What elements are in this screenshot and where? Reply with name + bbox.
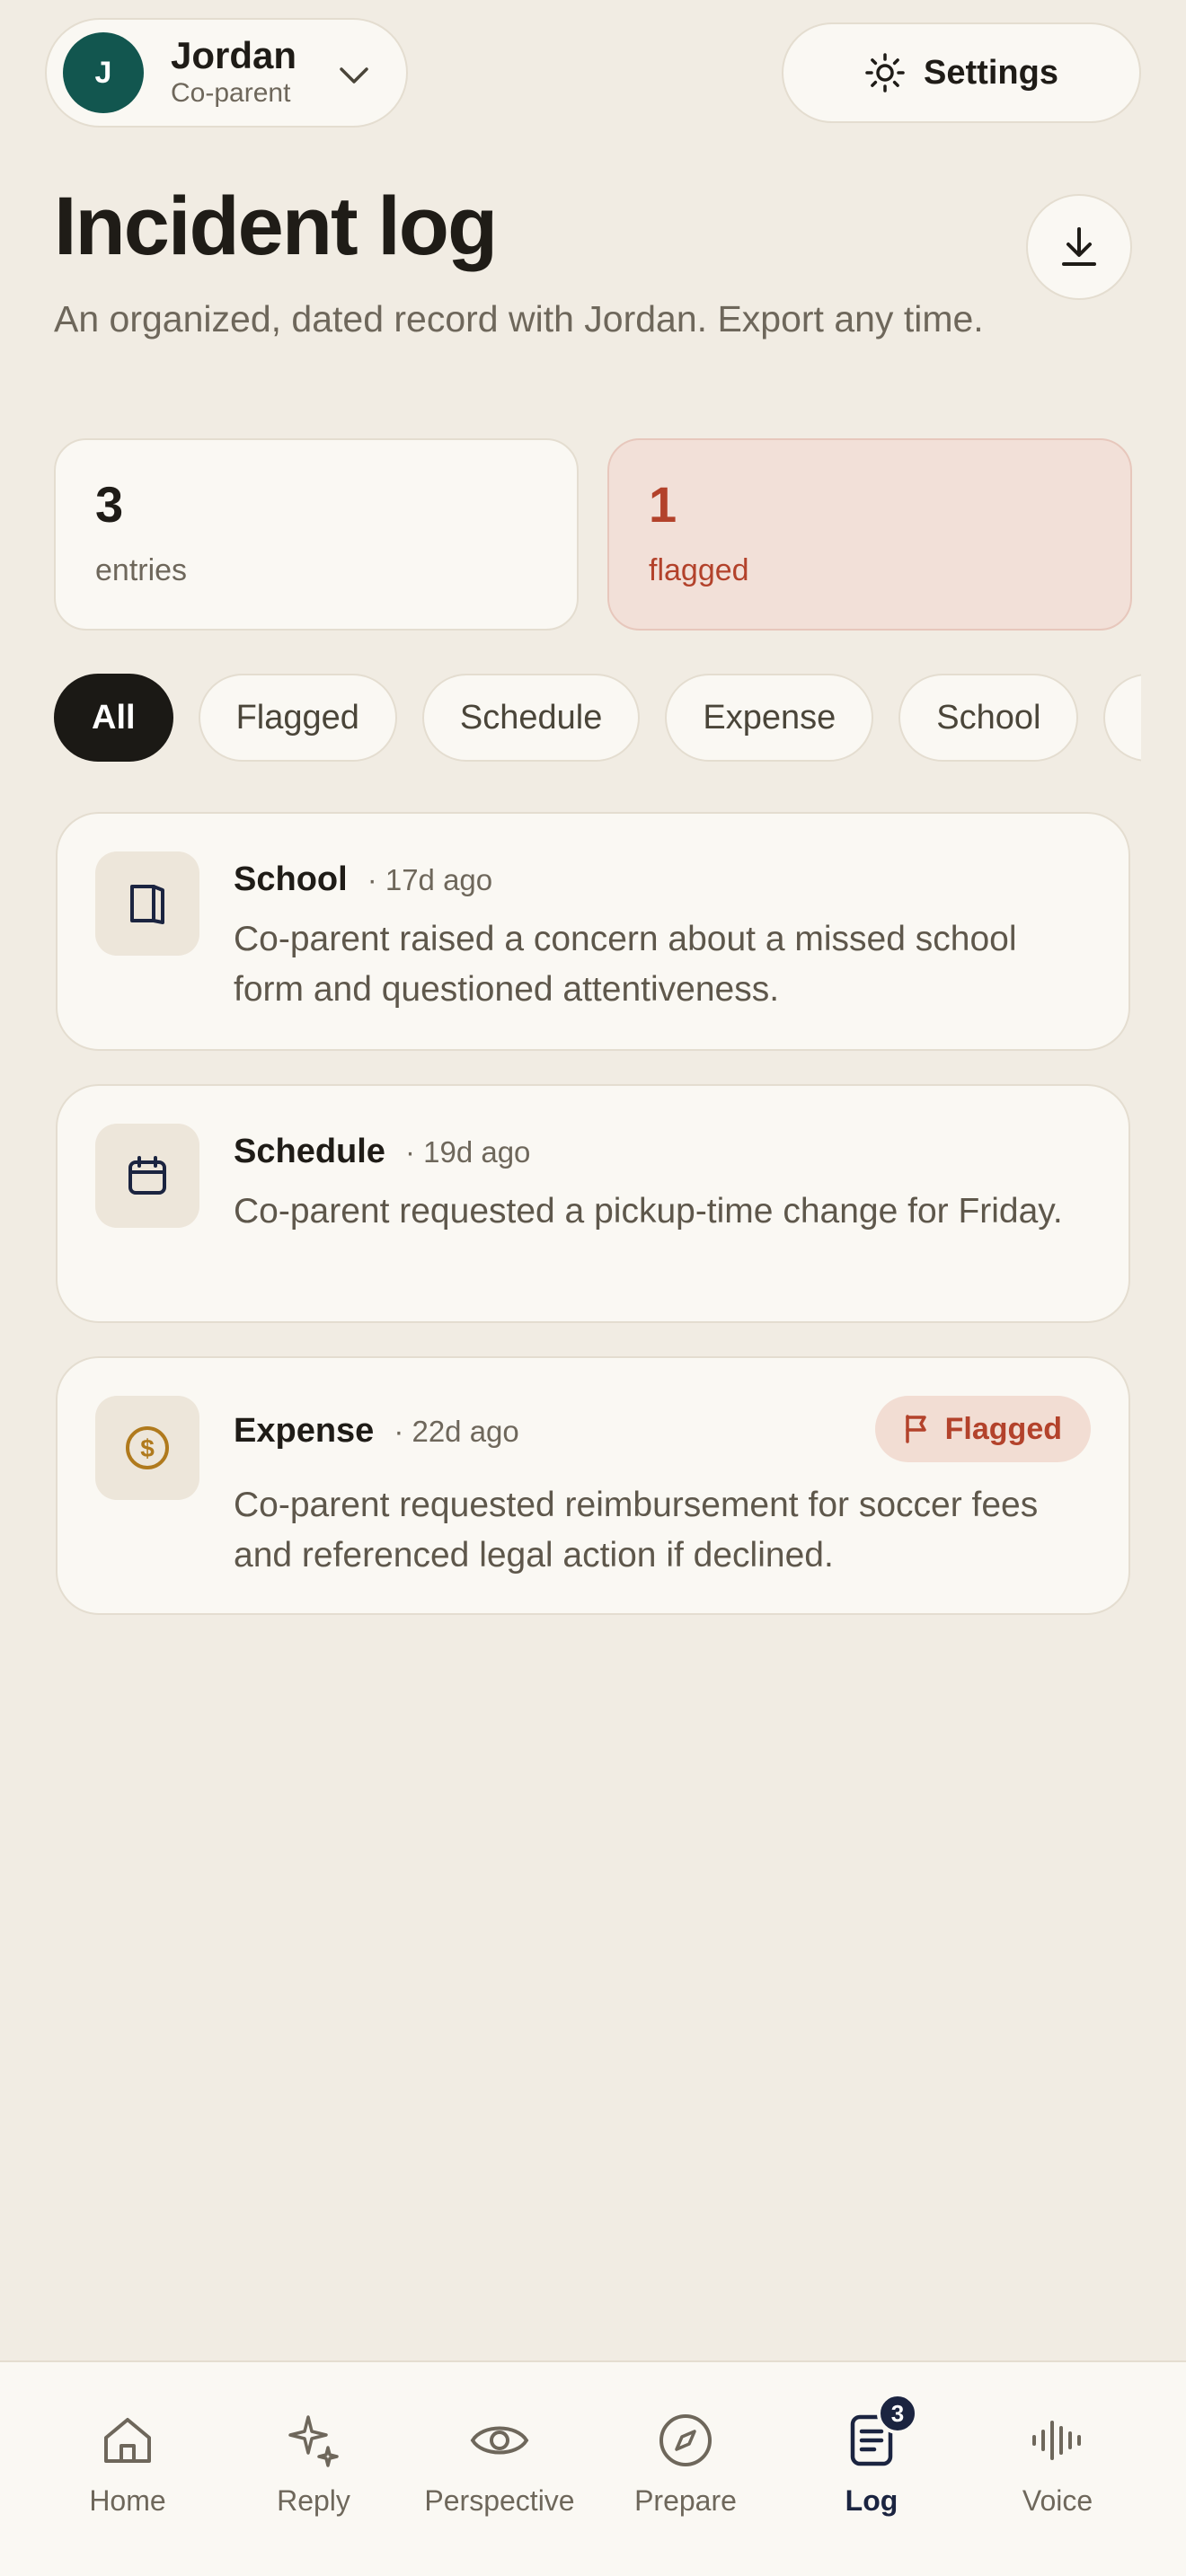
entry-header: School · 17d ago [234, 860, 492, 899]
profile-text: Jordan Co-parent [171, 34, 297, 110]
log-count-badge: 3 [877, 2393, 918, 2434]
flagged-badge-label: Flagged [944, 1411, 1062, 1446]
entry-description: Co-parent requested reimbursement for so… [234, 1486, 1039, 1575]
log-entry-schedule[interactable]: Schedule · 19d ago Co-parent requested a… [56, 1084, 1130, 1323]
entry-time: · 19d ago [404, 1135, 531, 1169]
bottom-nav: Home Reply Perspective Prepare 3 Log Voi… [0, 2360, 1186, 2576]
nav-item-reply[interactable]: Reply [224, 2362, 403, 2542]
entries-stat-card: 3 entries [54, 438, 579, 631]
entry-category: School [234, 860, 348, 898]
waveform-icon [1032, 2421, 1081, 2460]
filter-chip-expense[interactable]: Expense [665, 674, 874, 762]
nav-label: Voice [1022, 2484, 1093, 2517]
flagged-badge: Flagged [874, 1396, 1091, 1462]
profile-switcher[interactable]: J Jordan Co-parent [45, 18, 408, 128]
nav-label: Home [89, 2484, 166, 2517]
nav-item-voice[interactable]: Voice [968, 2362, 1147, 2542]
calendar-icon [128, 1156, 166, 1195]
sparkle-icon [288, 2415, 339, 2467]
nav-item-perspective[interactable]: Perspective [410, 2362, 589, 2542]
flagged-label: flagged [649, 553, 749, 587]
entry-header: Schedule · 19d ago [234, 1133, 530, 1171]
eye-icon [470, 2426, 529, 2455]
profile-name: Jordan [171, 34, 297, 77]
avatar: J [63, 32, 144, 113]
home-icon [104, 2418, 151, 2463]
entry-category: Expense [234, 1412, 375, 1450]
entry-header: Expense · 22d ago [234, 1412, 519, 1451]
nav-item-prepare[interactable]: Prepare [596, 2362, 775, 2542]
dollar-coin-icon: $ [126, 1426, 169, 1469]
settings-button[interactable]: Settings [782, 22, 1141, 123]
flag-icon [905, 1415, 926, 1443]
export-button[interactable] [1026, 194, 1132, 300]
filter-chip-flagged[interactable]: Flagged [198, 674, 397, 762]
page-title: Incident log [54, 181, 498, 272]
svg-text:$: $ [140, 1434, 155, 1462]
nav-label: Prepare [634, 2484, 737, 2517]
flagged-stat-card[interactable]: 1 flagged [607, 438, 1132, 631]
filter-chip-all[interactable]: All [54, 674, 173, 762]
download-icon [1062, 227, 1096, 266]
entry-category: Schedule [234, 1133, 385, 1170]
nav-label: Reply [277, 2484, 350, 2517]
entry-time: · 17d ago [367, 863, 493, 896]
entry-icon-box [95, 851, 199, 956]
entry-description: Co-parent raised a concern about a misse… [234, 920, 1017, 1009]
chevron-down-icon [340, 67, 368, 84]
entry-icon-box: $ [95, 1396, 199, 1500]
entry-time: · 22d ago [394, 1415, 519, 1448]
entry-icon-box [95, 1124, 199, 1228]
book-icon [130, 885, 164, 924]
filter-chip-school[interactable]: School [898, 674, 1079, 762]
incident-log-screen: J Jordan Co-parent Settings Incident log [0, 0, 1186, 2576]
entries-count: 3 [95, 476, 124, 533]
settings-label: Settings [924, 53, 1058, 92]
compass-icon [659, 2414, 712, 2466]
nav-label: Perspective [424, 2484, 575, 2517]
profile-role: Co-parent [171, 78, 291, 109]
entry-description: Co-parent requested a pickup-time change… [234, 1192, 1063, 1231]
filter-chip-schedule[interactable]: Schedule [421, 674, 641, 762]
log-entry-expense[interactable]: $ Expense · 22d ago Flagged Co-parent re… [56, 1356, 1130, 1615]
nav-item-home[interactable]: Home [38, 2362, 217, 2542]
nav-label: Log [845, 2484, 898, 2517]
flagged-count: 1 [649, 476, 677, 533]
filter-chip-more[interactable]: M [1103, 674, 1141, 762]
page-subtitle: An organized, dated record with Jordan. … [54, 298, 984, 340]
entries-label: entries [95, 553, 188, 587]
nav-item-log[interactable]: 3 Log [782, 2362, 961, 2542]
filter-chips: All Flagged Schedule Expense School M [54, 674, 1141, 763]
log-entry-school[interactable]: School · 17d ago Co-parent raised a conc… [56, 812, 1130, 1051]
gear-icon [865, 53, 905, 93]
